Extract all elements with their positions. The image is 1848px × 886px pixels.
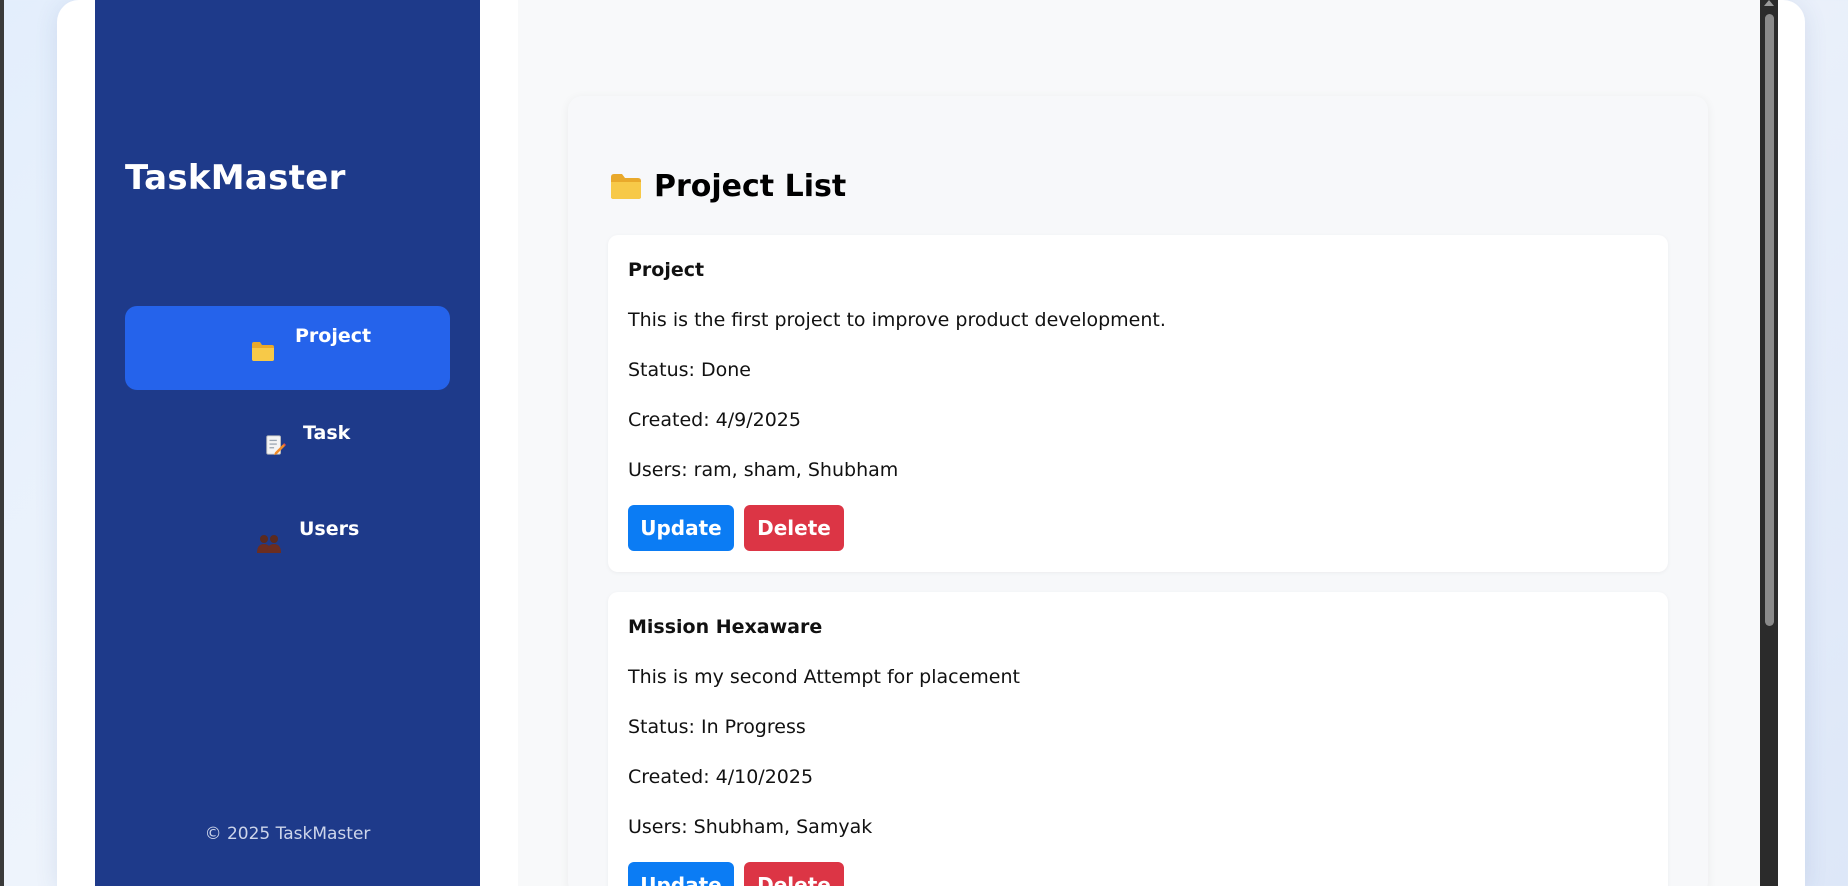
sidebar-item-users[interactable]: Users: [125, 498, 450, 582]
brand-title: TaskMaster: [125, 158, 346, 198]
sidebar-item-label: Users: [299, 518, 360, 540]
update-button[interactable]: Update: [628, 505, 734, 551]
project-name: Project: [628, 259, 705, 281]
project-name: Mission Hexaware: [628, 616, 823, 638]
sidebar-item-task[interactable]: Task: [125, 402, 450, 486]
project-card: Project This is the first project to imp…: [608, 235, 1668, 572]
project-created-date: Created: 4/10/2025: [628, 766, 814, 788]
sidebar-item-project[interactable]: Project: [125, 306, 450, 390]
folder-icon: [252, 342, 274, 361]
scroll-up-arrow-icon[interactable]: [1764, 0, 1774, 6]
project-users: Users: ram, sham, Shubham: [628, 459, 899, 481]
project-users: Users: Shubham, Samyak: [628, 816, 873, 838]
project-status: Status: In Progress: [628, 716, 806, 738]
sidebar-footer: © 2025 TaskMaster: [204, 824, 371, 844]
window-edge: [0, 0, 4, 886]
vertical-scrollbar[interactable]: [1760, 0, 1778, 886]
page-title: Project List: [610, 166, 846, 206]
project-description: This is the first project to improve pro…: [628, 309, 1166, 331]
project-created-date: Created: 4/9/2025: [628, 409, 801, 431]
delete-button[interactable]: Delete: [744, 505, 844, 551]
sidebar-item-label: Project: [295, 325, 372, 347]
page-title-text: Project List: [654, 168, 847, 204]
scrollbar-thumb[interactable]: [1765, 14, 1774, 626]
project-description: This is my second Attempt for placement: [628, 666, 1020, 688]
memo-icon: [266, 435, 286, 456]
project-card: Mission Hexaware This is my second Attem…: [608, 592, 1668, 886]
delete-button[interactable]: Delete: [744, 862, 844, 886]
sidebar: TaskMaster Project Task Users © 2025 Tas…: [95, 0, 480, 886]
users-icon: [257, 535, 281, 553]
update-button[interactable]: Update: [628, 862, 734, 886]
project-list-panel: Project List Project This is the first p…: [568, 96, 1708, 886]
project-status: Status: Done: [628, 359, 751, 381]
main-content: Project List Project This is the first p…: [518, 0, 1760, 886]
folder-icon: [611, 174, 641, 199]
sidebar-item-label: Task: [303, 422, 351, 444]
